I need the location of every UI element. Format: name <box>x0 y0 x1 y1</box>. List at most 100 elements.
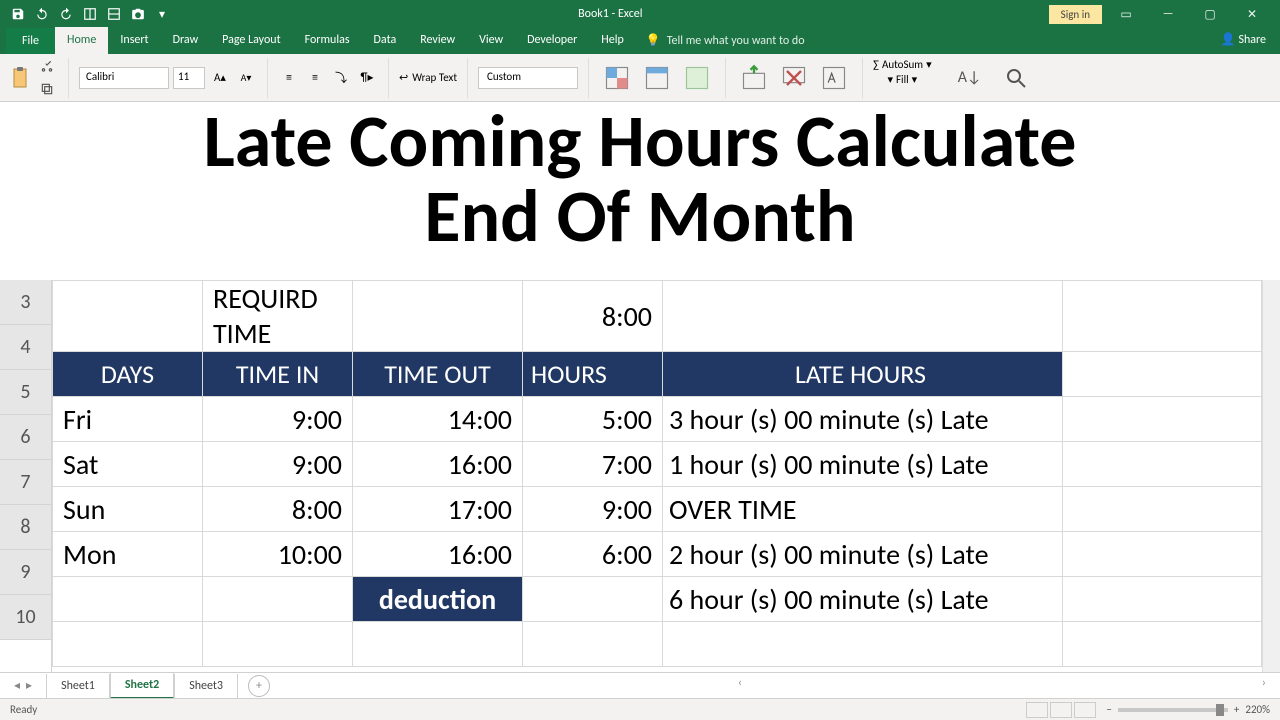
cell[interactable] <box>1063 281 1262 352</box>
cell[interactable] <box>203 622 353 667</box>
paste-button[interactable] <box>8 64 32 92</box>
row-header[interactable]: 3 <box>0 280 51 325</box>
cell[interactable]: 16:00 <box>353 442 523 487</box>
tab-review[interactable]: Review <box>408 27 467 54</box>
delete-cells-button[interactable] <box>776 60 812 96</box>
decrease-font-button[interactable]: A▾ <box>235 68 257 88</box>
save-icon[interactable] <box>8 4 28 24</box>
new-sheet-button[interactable]: + <box>248 675 270 697</box>
orientation-icon[interactable]: ⤵ <box>330 68 352 88</box>
cell[interactable] <box>1063 397 1262 442</box>
find-select-button[interactable] <box>998 60 1034 96</box>
vertical-scrollbar[interactable] <box>1262 280 1280 672</box>
insert-cells-button[interactable] <box>736 60 772 96</box>
cell[interactable]: 3 hour (s) 00 minute (s) Late <box>663 397 1063 442</box>
wrap-text-button[interactable]: ↩Wrap Text <box>399 71 457 84</box>
number-format-select[interactable]: Custom <box>478 67 578 89</box>
col-header-late[interactable]: LATE HOURS <box>663 352 1063 397</box>
cell[interactable]: 17:00 <box>353 487 523 532</box>
cell-required-label[interactable]: REQUIRD TIME <box>203 281 353 352</box>
sign-in-button[interactable]: Sign in <box>1049 5 1102 24</box>
row-header[interactable]: 7 <box>0 460 51 505</box>
cell[interactable]: 7:00 <box>523 442 663 487</box>
cell-deduction-value[interactable]: 6 hour (s) 00 minute (s) Late <box>663 577 1063 622</box>
page-break-view-button[interactable] <box>1074 702 1096 718</box>
cell[interactable]: 1 hour (s) 00 minute (s) Late <box>663 442 1063 487</box>
ribbon-options-icon[interactable]: ▭ <box>1108 1 1144 27</box>
cell[interactable] <box>1063 622 1262 667</box>
normal-view-button[interactable] <box>1026 702 1048 718</box>
spreadsheet-grid[interactable]: 3 4 5 6 7 8 9 10 REQUIRD TIME 8:00 DAYS … <box>0 280 1280 672</box>
cell[interactable] <box>1063 487 1262 532</box>
zoom-out-button[interactable]: − <box>1106 703 1111 716</box>
redo-icon[interactable] <box>56 4 76 24</box>
cell[interactable] <box>1063 577 1262 622</box>
tab-formulas[interactable]: Formulas <box>293 27 362 54</box>
tab-view[interactable]: View <box>467 27 515 54</box>
cell[interactable]: 9:00 <box>203 442 353 487</box>
cell[interactable]: 10:00 <box>203 532 353 577</box>
cell[interactable] <box>663 281 1063 352</box>
cell[interactable]: 8:00 <box>203 487 353 532</box>
page-layout-view-button[interactable] <box>1050 702 1072 718</box>
format-cells-button[interactable] <box>816 60 852 96</box>
sheet-tab-active[interactable]: Sheet2 <box>110 673 174 699</box>
tab-draw[interactable]: Draw <box>161 27 211 54</box>
increase-font-button[interactable]: A▴ <box>209 68 231 88</box>
maximize-icon[interactable]: ▢ <box>1192 1 1228 27</box>
col-header-hours[interactable]: HOURS <box>523 352 663 397</box>
cell[interactable]: OVER TIME <box>663 487 1063 532</box>
copy-icon[interactable] <box>36 79 58 99</box>
tell-me-search[interactable]: 💡 Tell me what you want to do <box>636 33 815 54</box>
sheet-tab[interactable]: Sheet3 <box>174 674 238 698</box>
cell[interactable]: 2 hour (s) 00 minute (s) Late <box>663 532 1063 577</box>
tab-help[interactable]: Help <box>589 27 636 54</box>
cell[interactable] <box>523 622 663 667</box>
cell[interactable]: Fri <box>53 397 203 442</box>
qat-item-icon[interactable] <box>80 4 100 24</box>
cell[interactable] <box>1063 532 1262 577</box>
cell[interactable] <box>353 622 523 667</box>
close-icon[interactable]: ✕ <box>1234 1 1270 27</box>
col-header-timein[interactable]: TIME IN <box>203 352 353 397</box>
cell[interactable]: 6:00 <box>523 532 663 577</box>
align-center-icon[interactable]: ≡ <box>304 68 326 88</box>
cell[interactable] <box>53 622 203 667</box>
row-header[interactable]: 9 <box>0 550 51 595</box>
col-header-days[interactable]: DAYS <box>53 352 203 397</box>
row-header[interactable]: 4 <box>0 325 51 370</box>
cell[interactable]: 16:00 <box>353 532 523 577</box>
qat-item-icon[interactable] <box>104 4 124 24</box>
ltr-icon[interactable]: ¶▸ <box>356 68 378 88</box>
cell-deduction-label[interactable]: deduction <box>353 577 523 622</box>
cut-icon[interactable] <box>36 57 58 77</box>
font-size-select[interactable]: 11 <box>173 67 205 89</box>
cell[interactable] <box>523 577 663 622</box>
cell[interactable]: 9:00 <box>523 487 663 532</box>
tab-file[interactable]: File <box>6 28 55 54</box>
cell-styles-button[interactable] <box>679 60 715 96</box>
cell[interactable] <box>1063 442 1262 487</box>
cell[interactable]: Mon <box>53 532 203 577</box>
tab-prev-icon[interactable]: ◂ <box>14 678 20 693</box>
tab-developer[interactable]: Developer <box>515 27 589 54</box>
cell-required-time[interactable]: 8:00 <box>523 281 663 352</box>
tab-next-icon[interactable]: ▸ <box>26 678 32 693</box>
sheet-tab[interactable]: Sheet1 <box>46 674 110 698</box>
row-headers[interactable]: 3 4 5 6 7 8 9 10 <box>0 280 52 672</box>
tab-page-layout[interactable]: Page Layout <box>210 27 292 54</box>
zoom-level[interactable]: 220% <box>1245 703 1270 716</box>
cell[interactable] <box>53 577 203 622</box>
sort-filter-button[interactable]: A↓ <box>952 60 988 96</box>
tab-insert[interactable]: Insert <box>108 27 160 54</box>
qat-more-icon[interactable]: ▾ <box>152 4 172 24</box>
zoom-slider[interactable] <box>1118 708 1228 712</box>
format-table-button[interactable] <box>639 60 675 96</box>
minimize-icon[interactable]: — <box>1150 1 1186 27</box>
fill-button[interactable]: ▾Fill ▾ <box>887 73 917 86</box>
autosum-button[interactable]: ∑AutoSum ▾ <box>873 58 932 71</box>
cell[interactable]: Sat <box>53 442 203 487</box>
col-header-timeout[interactable]: TIME OUT <box>353 352 523 397</box>
cell[interactable]: 5:00 <box>523 397 663 442</box>
row-header[interactable]: 8 <box>0 505 51 550</box>
